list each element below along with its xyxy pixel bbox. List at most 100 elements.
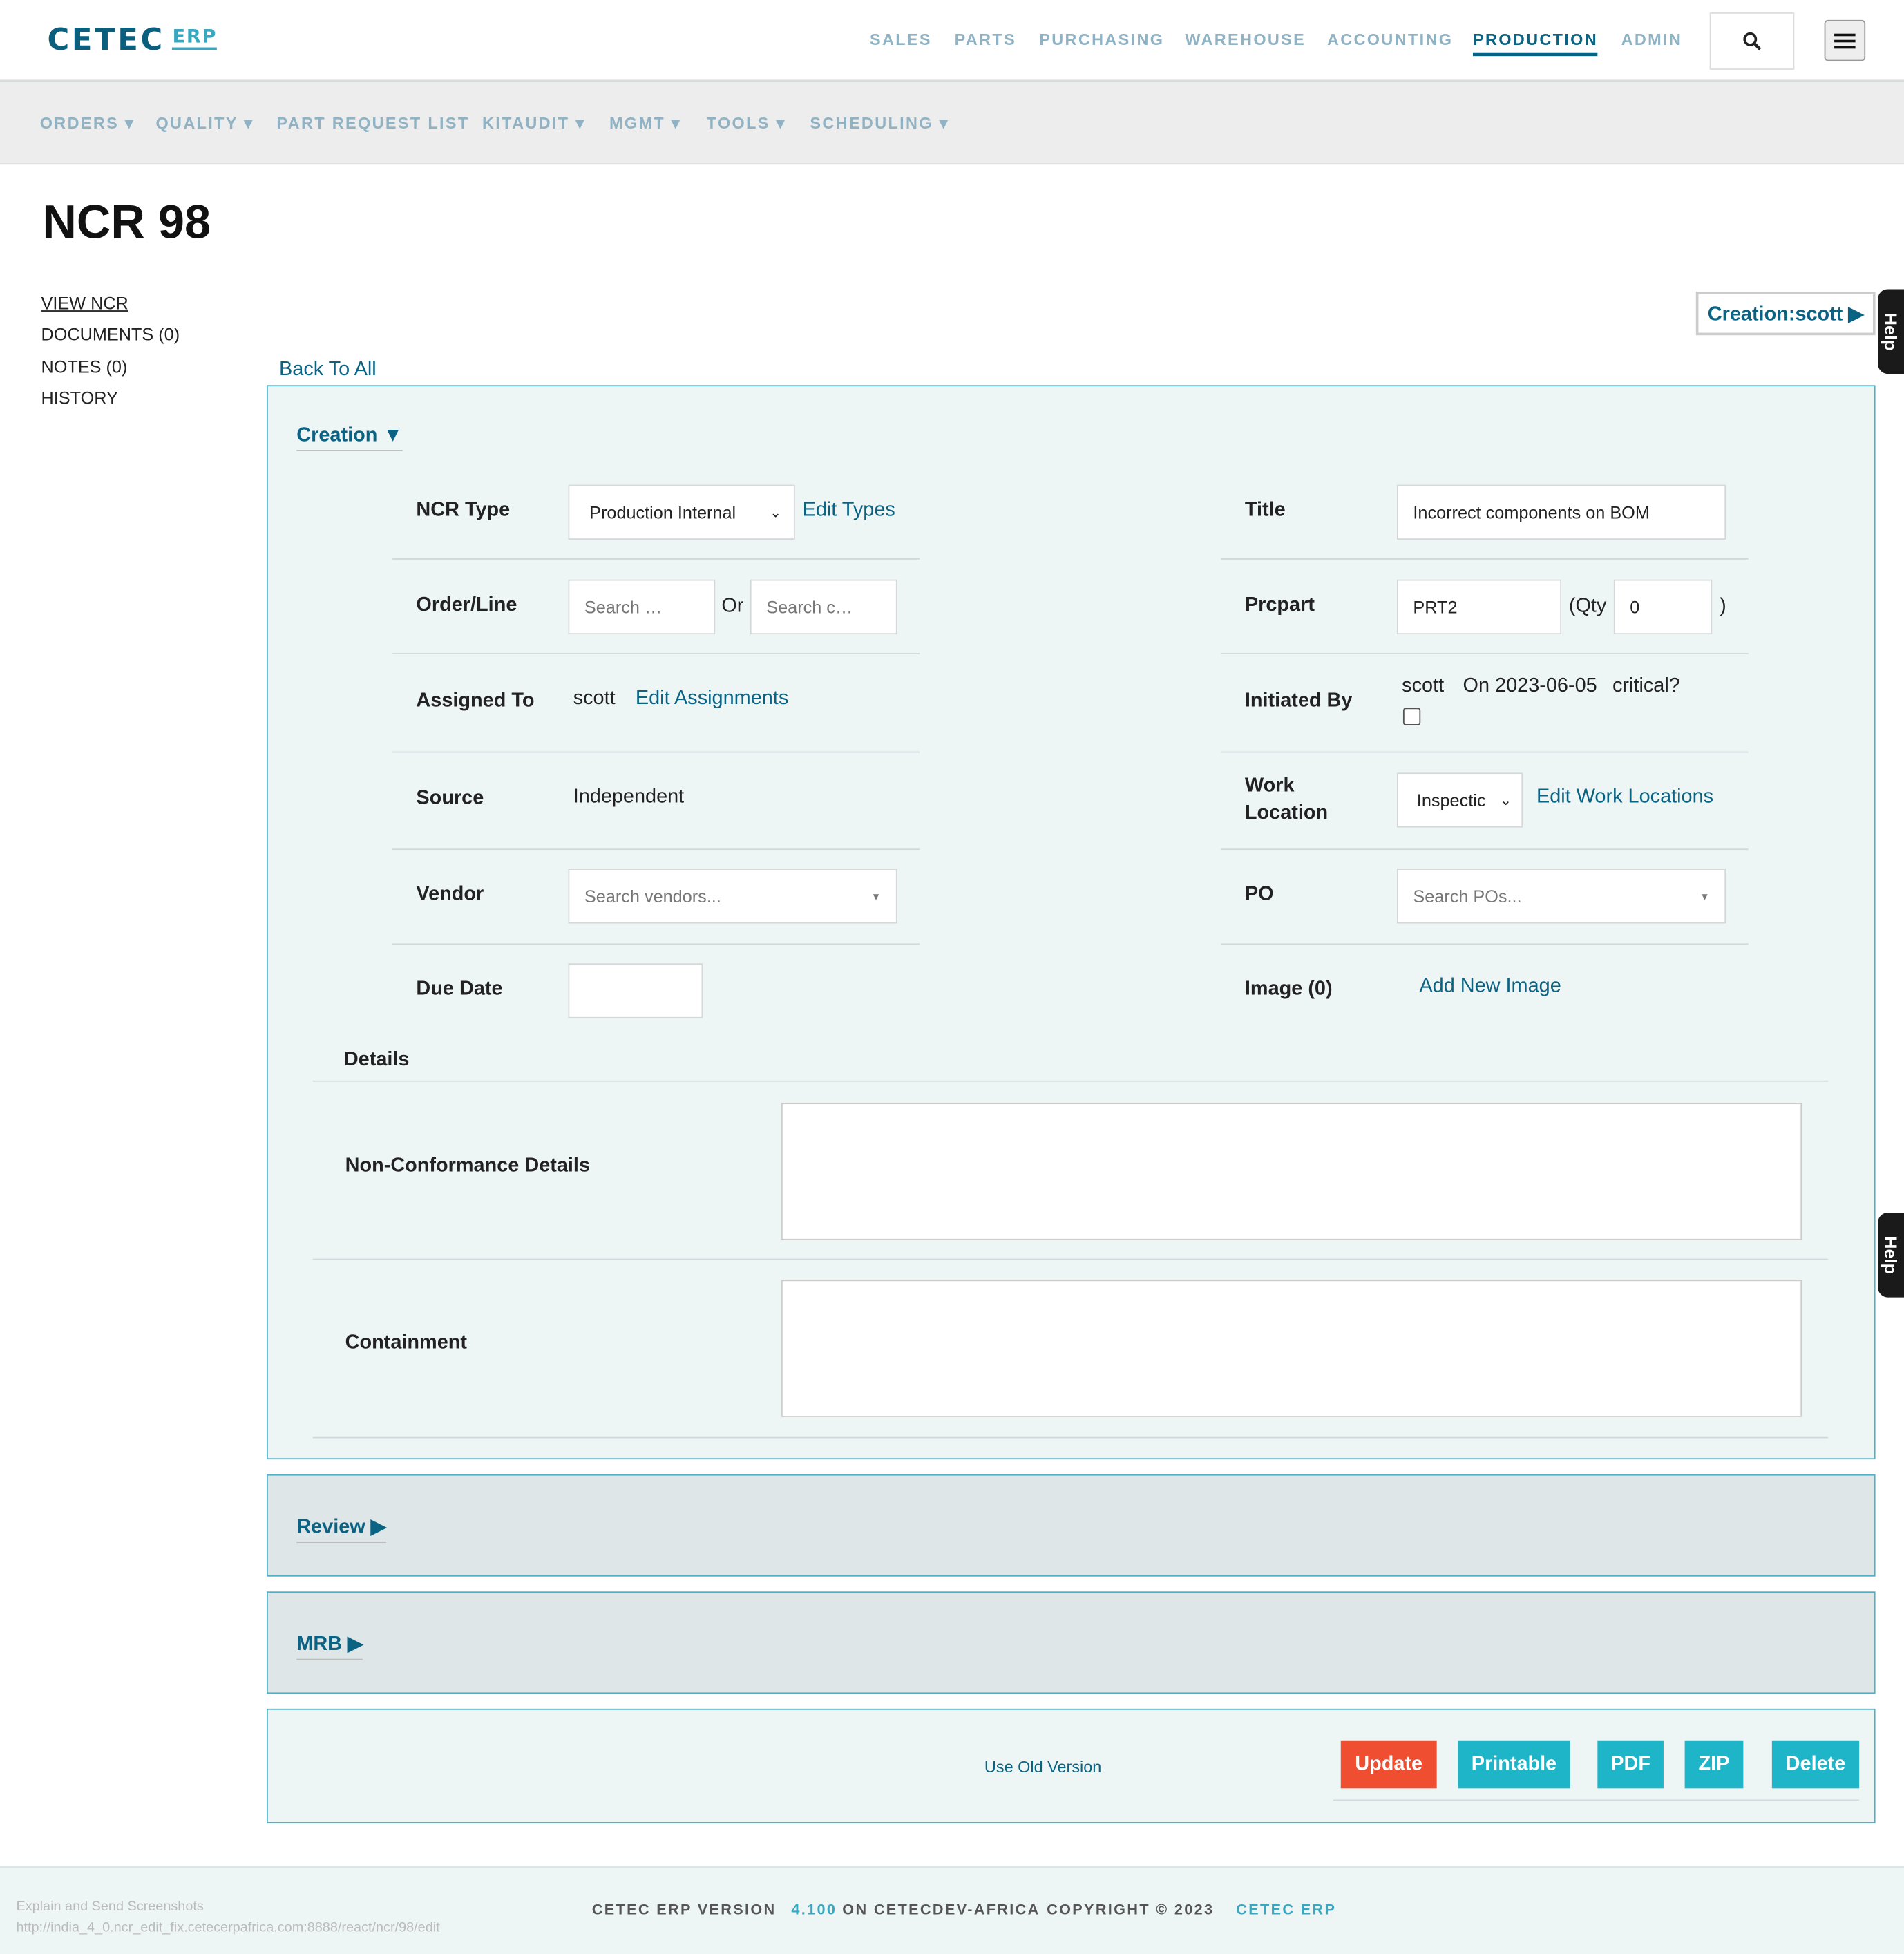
containment-label: Containment	[345, 1332, 467, 1354]
explain-screenshots-link[interactable]: Explain and Send Screenshots	[16, 1899, 203, 1915]
prcpart-label: Prcpart	[1244, 594, 1315, 616]
chevron-down-icon: ⌄	[1500, 793, 1512, 808]
divider	[1221, 653, 1749, 654]
divider	[312, 1258, 1829, 1260]
logo[interactable]: CETEC ERP	[48, 22, 218, 57]
nav-accounting[interactable]: ACCOUNTING	[1327, 30, 1453, 48]
zip-button[interactable]: ZIP	[1684, 1740, 1744, 1789]
hamburger-icon	[1834, 32, 1856, 48]
subnav-tools[interactable]: TOOLS ▾	[707, 113, 786, 133]
order-line-label: Order/Line	[416, 594, 517, 616]
work-location-select[interactable]: Inspectic ⌄	[1396, 772, 1523, 828]
initiated-date: On 2023-06-05	[1463, 675, 1597, 697]
divider	[312, 1080, 1829, 1082]
edit-assignments-link[interactable]: Edit Assignments	[636, 688, 788, 710]
delete-button[interactable]: Delete	[1771, 1740, 1860, 1789]
title-input[interactable]: Incorrect components on BOM	[1396, 484, 1726, 540]
mrb-panel	[266, 1591, 1876, 1694]
nav-purchasing[interactable]: PURCHASING	[1039, 30, 1164, 48]
order-search-input[interactable]: Search …	[568, 579, 716, 635]
nav-sales[interactable]: SALES	[870, 30, 932, 48]
footer-version[interactable]: 4.100	[791, 1901, 837, 1918]
add-new-image-link[interactable]: Add New Image	[1419, 976, 1561, 998]
help-tab-2[interactable]: Help	[1878, 1213, 1904, 1298]
non-conformance-textarea[interactable]	[781, 1103, 1802, 1240]
qty-input[interactable]: 0	[1613, 579, 1713, 635]
divider	[1333, 1799, 1860, 1801]
creation-status-button[interactable]: Creation:scott ▶	[1695, 292, 1876, 336]
review-section-toggle[interactable]: Review ▶	[296, 1514, 386, 1543]
assigned-to-value: scott	[573, 687, 616, 710]
sidebar-notes[interactable]: NOTES (0)	[41, 357, 128, 377]
footer-copyright: COPYRIGHT © 2023	[1047, 1900, 1215, 1918]
source-label: Source	[416, 787, 484, 809]
logo-suffix: ERP	[172, 25, 218, 50]
assigned-to-label: Assigned To	[416, 690, 535, 712]
work-location-value: Inspectic	[1416, 790, 1486, 810]
page-url: http://india_4_0.ncr_edit_fix.cetecerpaf…	[16, 1920, 440, 1936]
vendor-select[interactable]: Search vendors... ▼	[568, 869, 897, 924]
subnav-quality[interactable]: QUALITY ▾	[155, 113, 254, 133]
chevron-down-icon: ⌄	[770, 505, 781, 521]
subnav-scheduling[interactable]: SCHEDULING ▾	[810, 113, 949, 133]
line-search-input[interactable]: Search c…	[750, 579, 897, 635]
subnav-orders[interactable]: ORDERS ▾	[40, 113, 135, 133]
caret-down-icon: ▼	[870, 890, 882, 902]
ncr-type-label: NCR Type	[416, 500, 511, 521]
details-heading: Details	[343, 1049, 410, 1071]
divider	[392, 751, 920, 753]
mrb-section-toggle[interactable]: MRB ▶	[296, 1631, 363, 1660]
logo-text: CETEC	[47, 22, 165, 57]
nav-production[interactable]: PRODUCTION	[1472, 30, 1599, 57]
due-date-input[interactable]	[568, 963, 703, 1018]
critical-checkbox[interactable]	[1402, 708, 1421, 725]
po-label: PO	[1244, 883, 1274, 905]
prcpart-input[interactable]: PRT2	[1396, 579, 1562, 635]
ncr-type-value: Production Internal	[589, 502, 736, 522]
nav-admin[interactable]: ADMIN	[1621, 30, 1683, 48]
title-label: Title	[1244, 500, 1286, 521]
divider	[1221, 751, 1749, 753]
nav-warehouse[interactable]: WAREHOUSE	[1185, 30, 1306, 48]
footer-cetec-link[interactable]: CETEC ERP	[1236, 1901, 1336, 1918]
subnav-mgmt[interactable]: MGMT ▾	[609, 113, 681, 133]
menu-button[interactable]	[1824, 19, 1866, 61]
source-value: Independent	[573, 786, 685, 808]
update-button[interactable]: Update	[1340, 1740, 1437, 1789]
help-tab[interactable]: Help	[1878, 289, 1904, 374]
ncr-type-select[interactable]: Production Internal ⌄	[568, 484, 795, 540]
caret-down-icon: ▼	[1700, 890, 1710, 902]
divider	[392, 943, 920, 945]
nav-parts[interactable]: PARTS	[955, 30, 1016, 48]
divider	[392, 558, 920, 560]
printable-button[interactable]: Printable	[1458, 1740, 1570, 1789]
sidebar-documents[interactable]: DOCUMENTS (0)	[41, 324, 180, 344]
sidebar-history[interactable]: HISTORY	[41, 388, 118, 408]
subnav-part-request-list[interactable]: PART REQUEST LIST	[276, 113, 469, 132]
divider	[1221, 848, 1749, 851]
page-title: NCR 98	[42, 196, 211, 249]
edit-types-link[interactable]: Edit Types	[803, 500, 895, 522]
qty-close: )	[1720, 596, 1726, 617]
divider	[392, 653, 920, 654]
sidebar-view-ncr[interactable]: VIEW NCR	[41, 293, 128, 313]
vendor-label: Vendor	[416, 883, 484, 905]
edit-work-locations-link[interactable]: Edit Work Locations	[1536, 786, 1713, 808]
subnav-kitaudit[interactable]: KITAUDIT ▾	[482, 113, 585, 133]
work-location-label: Work Location	[1244, 775, 1329, 824]
po-select[interactable]: Search POs... ▼	[1396, 869, 1726, 924]
divider	[1221, 943, 1749, 945]
image-label: Image (0)	[1244, 978, 1333, 1000]
non-conformance-label: Non-Conformance Details	[345, 1155, 590, 1177]
footer-version-label: CETEC ERP VERSION	[591, 1900, 777, 1918]
back-to-all-link[interactable]: Back To All	[279, 359, 377, 381]
creation-section-toggle[interactable]: Creation ▼	[296, 425, 403, 451]
review-panel	[266, 1474, 1876, 1577]
search-button[interactable]	[1709, 12, 1795, 70]
containment-textarea[interactable]	[781, 1280, 1802, 1417]
due-date-label: Due Date	[416, 978, 503, 1000]
divider	[1221, 558, 1749, 560]
initiated-by-value: scott	[1402, 675, 1445, 697]
use-old-version-link[interactable]: Use Old Version	[984, 1757, 1101, 1776]
pdf-button[interactable]: PDF	[1597, 1740, 1664, 1789]
